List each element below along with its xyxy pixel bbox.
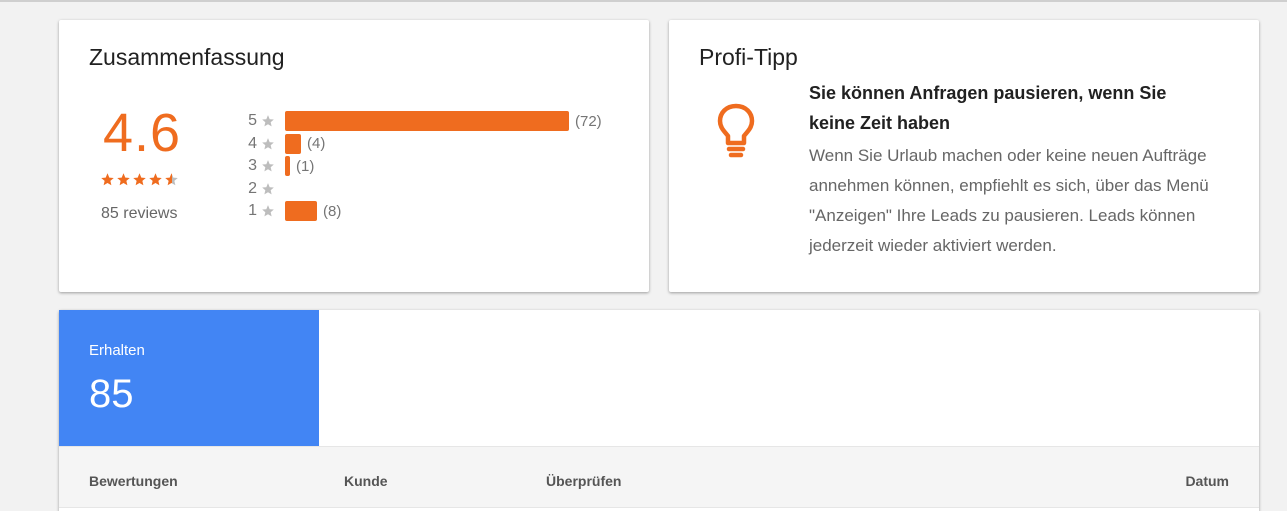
rating-distribution: 5 (72) 4 (4) 3 (1) 2 1 (8) — [247, 110, 602, 223]
received-label: Erhalten — [89, 342, 145, 359]
tip-title: Profi-Tipp — [699, 44, 798, 70]
table-header: Bewertungen Kunde Überprüfen Datum — [59, 446, 1259, 508]
star-icon — [101, 173, 114, 186]
average-rating: 4.6 — [103, 103, 182, 163]
star-icon — [117, 173, 130, 186]
rating-bar — [285, 201, 317, 222]
star-icon — [262, 160, 274, 172]
reviews-table-card: Erhalten 85 Bewertungen Kunde Überprüfen… — [59, 310, 1259, 511]
rating-count: (8) — [323, 202, 342, 220]
star-icon — [149, 173, 162, 186]
lightbulb-icon — [717, 103, 755, 158]
rating-count: (72) — [575, 112, 602, 130]
rating-level: 4 — [248, 134, 257, 152]
rating-stars — [100, 172, 179, 187]
column-header-datum[interactable]: Datum — [1185, 473, 1229, 489]
star-icon — [262, 115, 274, 127]
star-icon — [133, 173, 146, 186]
star-icon — [262, 205, 274, 217]
rating-level: 1 — [248, 202, 257, 220]
rating-count: (4) — [307, 135, 326, 153]
column-header-ueberpruefen[interactable]: Überprüfen — [546, 473, 621, 489]
rating-level: 3 — [248, 157, 257, 175]
tip-headline: Sie können Anfragen pausieren, wenn Sie … — [809, 83, 1167, 133]
column-header-kunde[interactable]: Kunde — [344, 473, 388, 489]
summary-card: Zusammenfassung 4.6 85 reviews 5 (72) 4 … — [59, 20, 649, 292]
received-count: 85 — [89, 372, 134, 416]
received-tile[interactable]: Erhalten 85 — [59, 310, 319, 446]
column-header-bewertungen[interactable]: Bewertungen — [89, 473, 178, 489]
tip-body: Wenn Sie Urlaub machen oder keine neuen … — [809, 146, 1209, 255]
rating-bar — [285, 133, 301, 154]
rating-bar — [285, 156, 290, 177]
rating-row-5: 5 (72) — [247, 110, 602, 133]
tip-card: Profi-Tipp Sie können Anfragen pausieren… — [669, 20, 1259, 292]
summary-title: Zusammenfassung — [89, 44, 285, 70]
rating-row-1: 1 (8) — [247, 200, 602, 223]
rating-row-2: 2 — [247, 178, 602, 201]
rating-level: 2 — [248, 179, 257, 197]
reviews-count: 85 reviews — [101, 205, 178, 222]
rating-count: (1) — [296, 157, 315, 175]
star-icon — [262, 182, 274, 195]
rating-level: 5 — [248, 112, 257, 130]
rating-bar — [285, 111, 569, 132]
star-icon — [262, 137, 274, 150]
rating-row-4: 4 (4) — [247, 133, 602, 156]
rating-row-3: 3 (1) — [247, 155, 602, 178]
half-star-icon — [165, 173, 178, 186]
